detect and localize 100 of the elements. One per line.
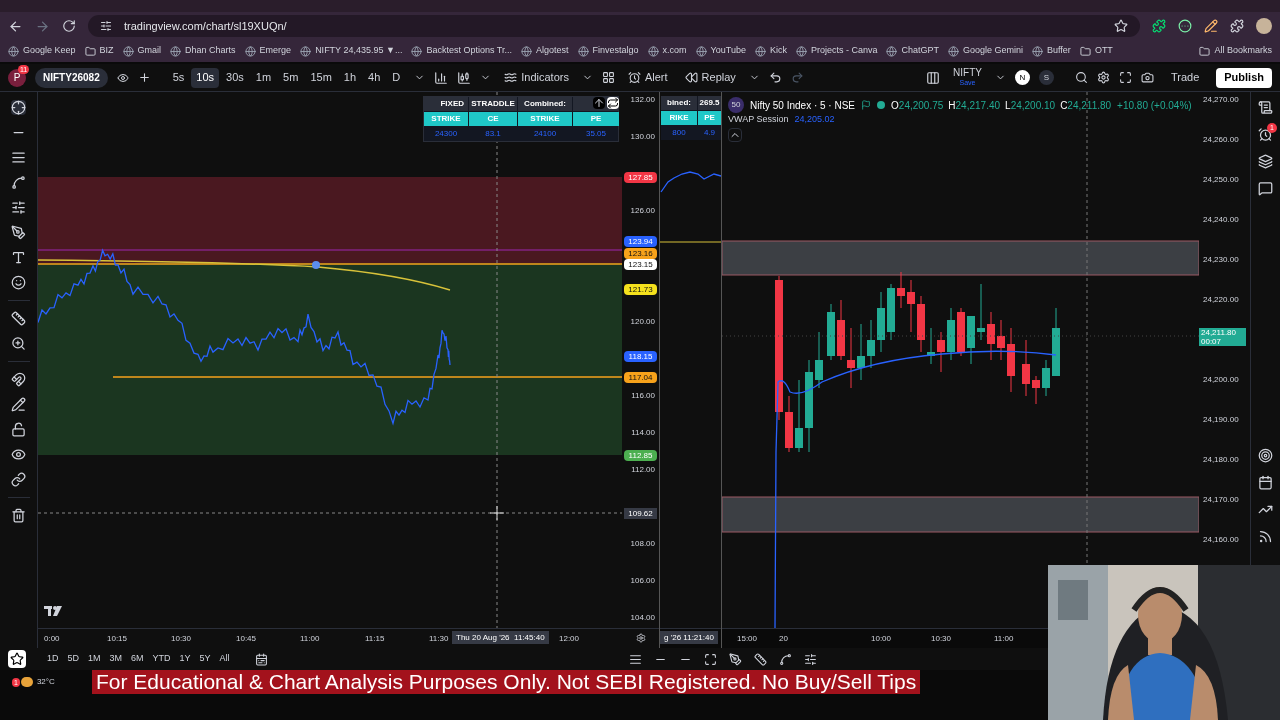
bookmark-link[interactable]: Buffer: [1047, 44, 1071, 58]
table-cell-text: 24100: [532, 128, 558, 140]
interval-tab[interactable]: 5m: [278, 67, 304, 88]
table-cell-text: 24300: [433, 128, 459, 140]
price-tick: 120.00: [630, 317, 655, 327]
bookmark-link[interactable]: Finvestalgo: [592, 44, 639, 58]
price-tick: 114.00: [631, 428, 655, 438]
time-tick: 11:30: [429, 633, 449, 645]
price-tick: 24,230.00: [1203, 255, 1239, 265]
price-tick: 130.00: [630, 132, 655, 142]
price-tick: 108.00: [630, 539, 655, 549]
bookmark-link[interactable]: YouTube: [710, 44, 746, 58]
time-tick: 11:15: [365, 633, 385, 645]
interval-tab[interactable]: 1h: [338, 67, 362, 88]
bookmark-link[interactable]: NIFTY 24,435.95 ▼...: [315, 44, 403, 58]
price-tick: 126.00: [630, 206, 655, 216]
price-tick: 24,220.00: [1203, 295, 1239, 305]
alert-button[interactable]: Alert: [623, 69, 672, 86]
price-label: 123.15: [624, 259, 657, 270]
bookmark-link[interactable]: x.com: [662, 44, 687, 58]
time-tick: 11:00: [994, 633, 1014, 645]
range-button[interactable]: 1Y: [179, 652, 191, 666]
price-tick: 112.00: [631, 465, 655, 475]
disclaimer-banner: For Educational & Chart Analysis Purposes Only. Not SEBI Registered. No Buy/Sell Tips: [92, 670, 921, 694]
price-tick: 24,270.00: [1203, 95, 1239, 105]
table-header: FIXED: [424, 97, 468, 111]
bookmark-link[interactable]: Emerge: [259, 44, 292, 58]
range-button[interactable]: 1M: [88, 652, 101, 666]
range-button[interactable]: YTD: [152, 652, 171, 666]
range-button[interactable]: 1D: [47, 652, 59, 666]
bookmark-link[interactable]: Backtest Options Tr...: [426, 44, 512, 58]
price-tick: 24,170.00: [1203, 495, 1239, 505]
range-button[interactable]: All: [219, 652, 230, 666]
publish-button[interactable]: Publish: [1216, 67, 1272, 88]
trade-button[interactable]: Trade: [1162, 67, 1208, 88]
ohlc-value: L24,200.10: [1005, 98, 1056, 113]
price-change: +10.80 (+0.04%): [1117, 98, 1192, 113]
interval-tab[interactable]: 30s: [221, 67, 249, 88]
bookmark-link[interactable]: Google Gemini: [963, 44, 1023, 58]
crosshair-time-label: Thu 20 Aug '26 11:45:40: [452, 631, 549, 644]
ohlc-value: O24,200.75: [891, 98, 944, 113]
time-tick: 15:00: [737, 633, 758, 645]
interval-tab[interactable]: 1m: [250, 67, 277, 88]
url-text: tradingview.com/chart/sl19XUQn/: [124, 18, 287, 34]
column-header: STRIKE: [518, 112, 572, 126]
bookmark-link[interactable]: Dhan Charts: [185, 44, 236, 58]
table-cell-text: 83.1: [484, 128, 502, 140]
table-cell-text: 35.05: [585, 128, 607, 140]
price-label: 112.85: [624, 450, 657, 461]
bookmark-link[interactable]: Google Keep: [23, 44, 76, 58]
symbol-title[interactable]: Nifty 50 Index · 5 · NSE: [750, 97, 856, 113]
address-bar[interactable]: tradingview.com/chart/sl19XUQn/: [88, 15, 1140, 37]
price-tick: 106.00: [630, 576, 655, 586]
interval-tab[interactable]: 5s: [167, 67, 190, 88]
price-label: 117.04: [624, 372, 657, 383]
crosshair-time-label: g '26 11:21:40: [660, 631, 718, 644]
column-header: CE: [469, 112, 517, 126]
bookmark-link[interactable]: OTT: [1094, 44, 1113, 58]
table-cell-text: 800: [671, 127, 687, 139]
table-header: 269.5: [698, 96, 721, 110]
bookmark-link[interactable]: ChatGPT: [901, 44, 939, 58]
interval-tab[interactable]: 15m: [305, 67, 337, 88]
range-button[interactable]: 6M: [131, 652, 144, 666]
price-tick: 132.00: [630, 95, 655, 105]
table-header: STRADDLE: [469, 97, 517, 111]
bookmark-link[interactable]: Kick: [769, 44, 787, 58]
table-cell-text: 4.9: [702, 127, 717, 139]
price-tick: 24,160.00: [1203, 535, 1239, 545]
ohlc-value: H24,217.40: [948, 98, 1001, 113]
ohlc-value: C24,211.80: [1060, 98, 1112, 113]
time-tick: 10:15: [107, 633, 128, 645]
price-tick: 116.00: [631, 391, 655, 401]
bookmark-link[interactable]: Gmail: [137, 44, 162, 58]
time-tick: 10:30: [171, 633, 192, 645]
price-tick: 24,250.00: [1203, 175, 1239, 185]
bookmark-link[interactable]: BIZ: [99, 44, 114, 58]
column-header: PE: [573, 112, 619, 126]
price-label: 127.85: [624, 172, 657, 183]
time-tick: 10:30: [931, 633, 952, 645]
interval-tab[interactable]: 4h: [363, 67, 386, 88]
table-header: Combined:: [518, 97, 572, 111]
letter-badge[interactable]: N: [1014, 70, 1030, 85]
price-tick: 24,200.00: [1203, 375, 1239, 385]
price-tick: 104.00: [630, 613, 655, 623]
time-tick: 11:00: [300, 633, 320, 645]
indicator-name[interactable]: VWAP Session: [728, 113, 789, 127]
range-button[interactable]: 5D: [67, 652, 80, 666]
bookmark-link[interactable]: Algotest: [535, 44, 569, 58]
interval-tab[interactable]: 10s: [191, 67, 220, 88]
symbol-search[interactable]: NIFTY26082: [35, 67, 108, 88]
bookmark-link[interactable]: Projects - Canva: [810, 44, 878, 58]
letter-badge[interactable]: S: [1038, 70, 1054, 85]
price-tick: 24,180.00: [1203, 455, 1239, 465]
range-button[interactable]: 5Y: [199, 652, 211, 666]
indicators-button[interactable]: Indicators: [500, 69, 573, 86]
interval-tab[interactable]: D: [387, 67, 406, 88]
all-bookmarks-link[interactable]: All Bookmarks: [1214, 44, 1272, 58]
range-button[interactable]: 3M: [109, 652, 123, 666]
price-label: 123.16: [624, 248, 657, 259]
replay-button[interactable]: Replay: [680, 69, 740, 86]
